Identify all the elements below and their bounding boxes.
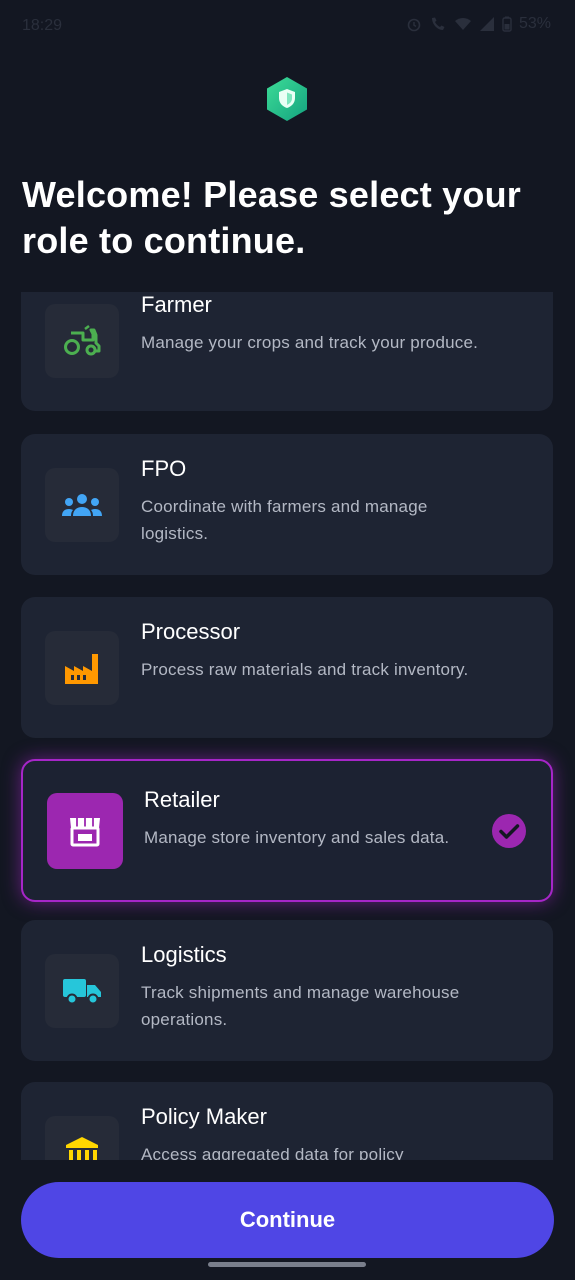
role-icon-box bbox=[47, 793, 123, 869]
role-icon-box bbox=[45, 304, 119, 378]
role-card-logistics[interactable]: Logistics Track shipments and manage war… bbox=[21, 920, 553, 1061]
role-description: Process raw materials and track inventor… bbox=[141, 660, 469, 679]
role-description: Coordinate with farmers and manage logis… bbox=[141, 497, 428, 543]
role-description: Manage store inventory and sales data. bbox=[144, 828, 450, 847]
role-card-retailer[interactable]: Retailer Manage store inventory and sale… bbox=[21, 759, 553, 902]
shield-logo-icon bbox=[267, 77, 307, 121]
role-title: Retailer bbox=[144, 787, 220, 812]
check-circle-icon bbox=[492, 814, 526, 848]
status-time: 18:29 bbox=[22, 17, 63, 34]
role-title: Logistics bbox=[141, 942, 227, 967]
app-logo bbox=[265, 76, 309, 122]
continue-button[interactable]: Continue bbox=[21, 1182, 554, 1258]
role-icon-box bbox=[45, 1116, 119, 1160]
wifi-icon bbox=[454, 18, 471, 30]
role-description: Track shipments and manage warehouse ope… bbox=[141, 983, 460, 1029]
home-indicator[interactable] bbox=[208, 1262, 366, 1267]
role-card-policy-maker[interactable]: Policy Maker Access aggregated data for … bbox=[21, 1082, 553, 1160]
role-icon-box bbox=[45, 631, 119, 705]
role-list[interactable]: Farmer Manage your crops and track your … bbox=[0, 292, 575, 1160]
page-title: Welcome! Please select your role to cont… bbox=[22, 174, 521, 261]
role-card-farmer[interactable]: Farmer Manage your crops and track your … bbox=[21, 292, 553, 411]
role-description: Access aggregated data for policy bbox=[141, 1145, 404, 1160]
signal-icon bbox=[479, 17, 494, 31]
truck-icon bbox=[63, 979, 101, 1005]
status-icons: 53% bbox=[406, 15, 551, 33]
battery-percent: 53% bbox=[518, 15, 551, 32]
role-title: Farmer bbox=[141, 292, 212, 317]
role-description: Manage your crops and track your produce… bbox=[141, 333, 479, 352]
role-title: FPO bbox=[141, 456, 187, 481]
bank-icon bbox=[66, 1137, 98, 1160]
store-icon bbox=[70, 818, 100, 847]
factory-icon bbox=[65, 654, 98, 684]
role-icon-box bbox=[45, 468, 119, 542]
group-icon bbox=[62, 494, 102, 516]
tractor-icon bbox=[64, 325, 101, 356]
battery-icon bbox=[502, 16, 512, 32]
role-icon-box bbox=[45, 954, 119, 1028]
role-title: Policy Maker bbox=[141, 1104, 267, 1129]
role-card-fpo[interactable]: FPO Coordinate with farmers and manage l… bbox=[21, 434, 553, 575]
wifi-call-icon bbox=[431, 17, 445, 30]
role-card-processor[interactable]: Processor Process raw materials and trac… bbox=[21, 597, 553, 738]
alarm-icon bbox=[407, 18, 421, 32]
role-title: Processor bbox=[141, 619, 241, 644]
status-bar: 18:29 53% bbox=[0, 0, 575, 52]
